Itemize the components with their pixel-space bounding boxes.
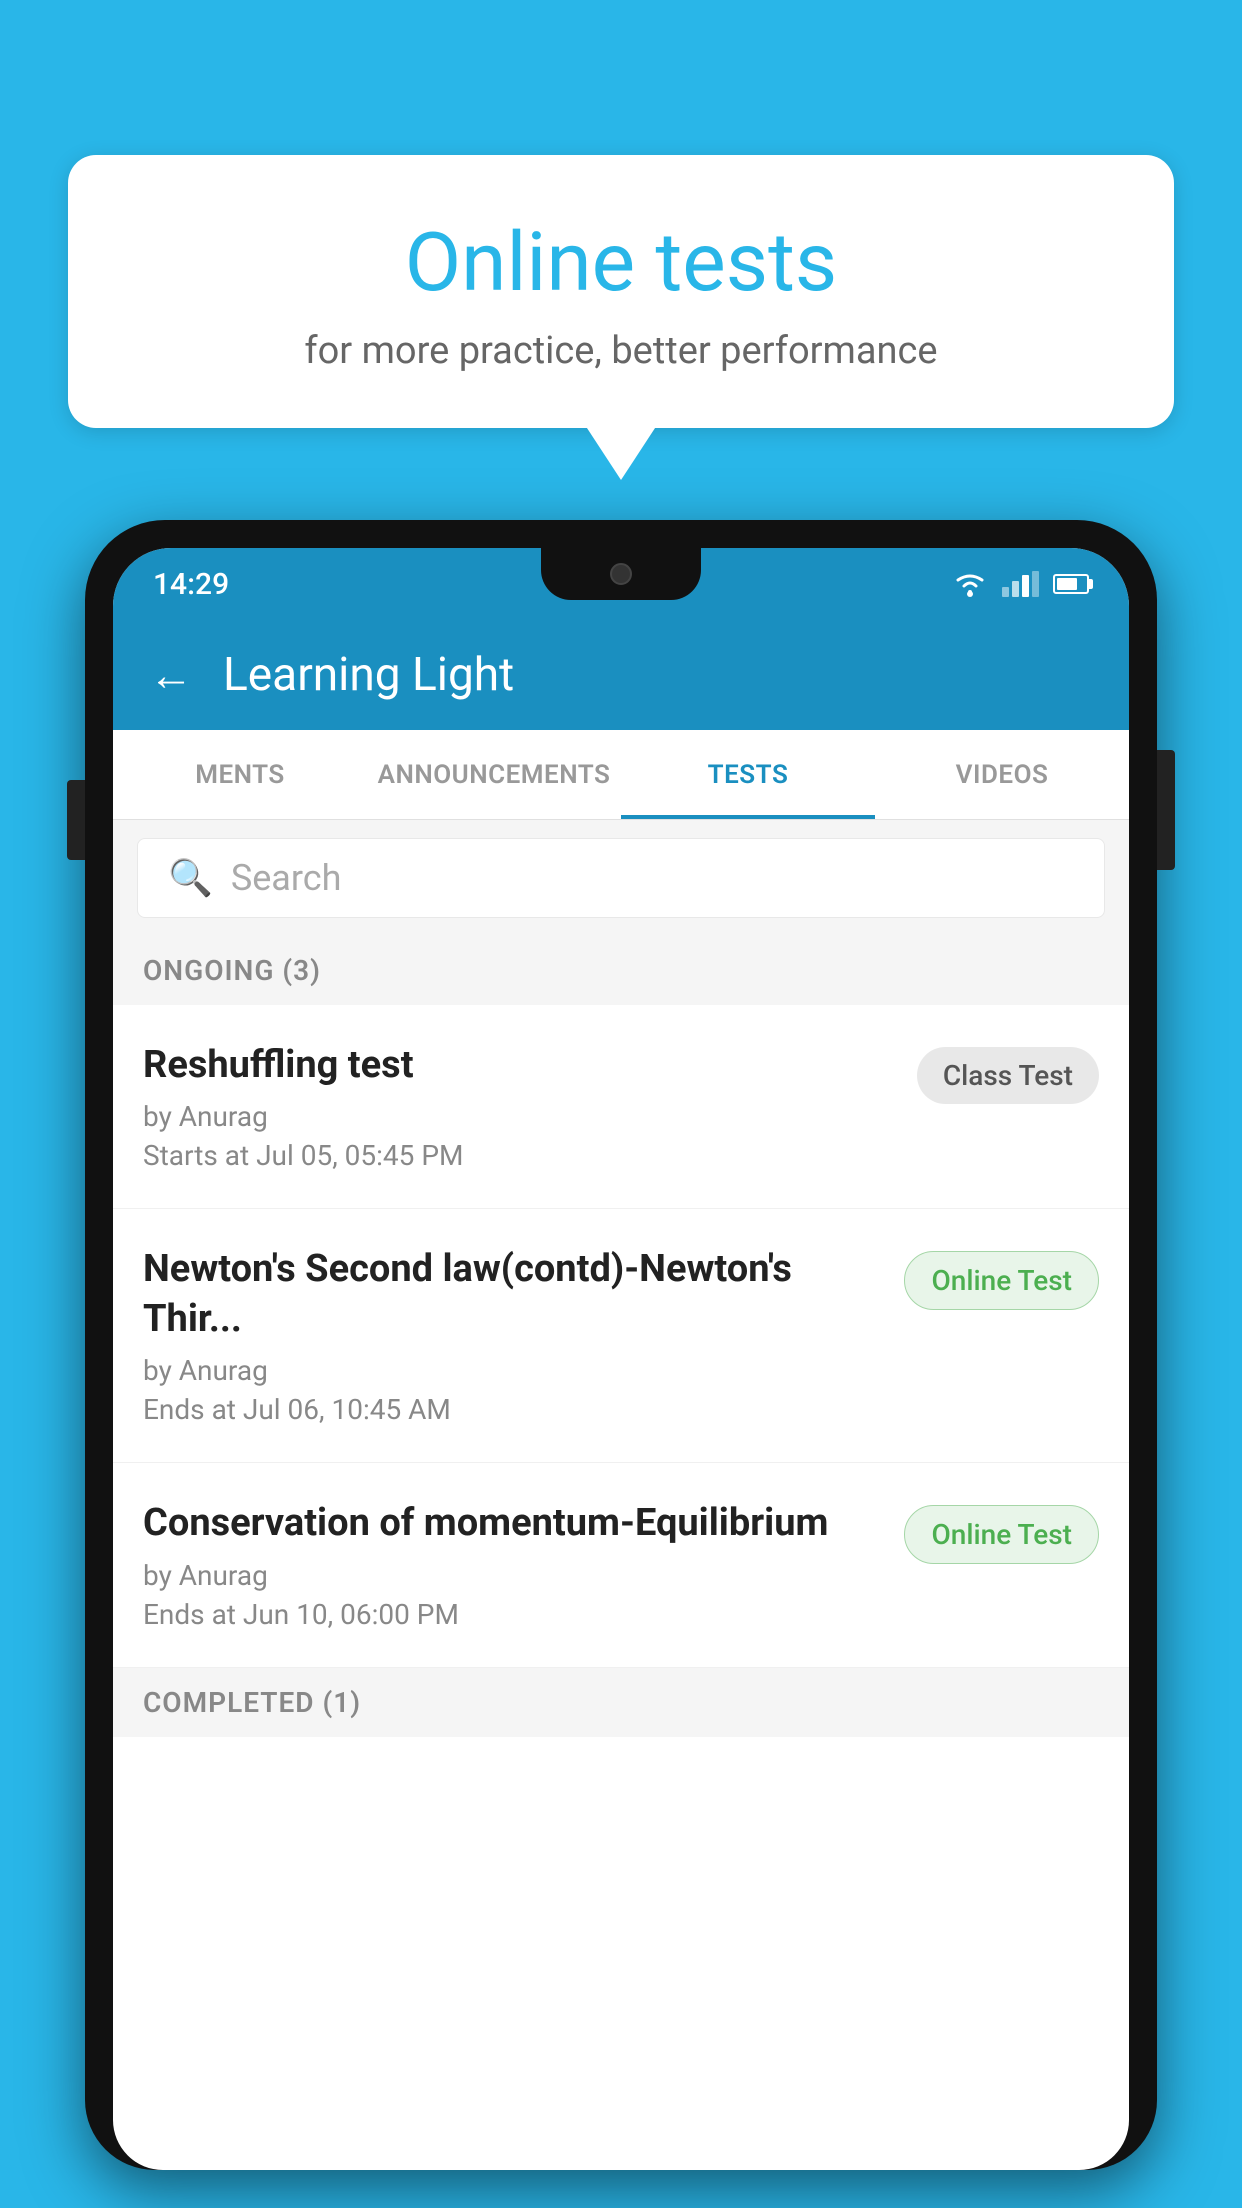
app-bar: ← Learning Light [113,620,1129,730]
tab-announcements[interactable]: ANNOUNCEMENTS [367,730,621,819]
test-item-3[interactable]: Conservation of momentum-Equilibrium by … [113,1463,1129,1667]
search-input[interactable]: Search [231,857,342,899]
tab-videos[interactable]: VIDEOS [875,730,1129,819]
completed-section-header: COMPLETED (1) [113,1668,1129,1737]
test-title-3: Conservation of momentum-Equilibrium [143,1499,884,1548]
phone-screen: 14:29 [113,548,1129,2170]
ongoing-section-header: ONGOING (3) [113,936,1129,1005]
test-list: Reshuffling test by Anurag Starts at Jul… [113,1005,1129,1668]
test-item-2[interactable]: Newton's Second law(contd)-Newton's Thir… [113,1209,1129,1463]
test-badge-3: Online Test [904,1505,1099,1564]
test-author-2: by Anurag [143,1354,884,1387]
test-time-2: Ends at Jul 06, 10:45 AM [143,1393,884,1426]
tab-tests[interactable]: TESTS [621,730,875,819]
battery-icon [1053,574,1089,594]
speech-bubble: Online tests for more practice, better p… [68,155,1174,428]
test-title-1: Reshuffling test [143,1041,897,1090]
test-item-1[interactable]: Reshuffling test by Anurag Starts at Jul… [113,1005,1129,1209]
camera [610,563,632,585]
tab-ments[interactable]: MENTS [113,730,367,819]
battery-fill [1057,578,1077,590]
test-time-1: Starts at Jul 05, 05:45 PM [143,1139,897,1172]
notch [541,548,701,600]
phone-outer: 14:29 [85,520,1157,2170]
test-time-3: Ends at Jun 10, 06:00 PM [143,1598,884,1631]
status-time: 14:29 [153,567,229,602]
search-container: 🔍 Search [113,820,1129,936]
test-info-1: Reshuffling test by Anurag Starts at Jul… [143,1041,897,1172]
signal-icon [1002,571,1039,597]
ongoing-section-title: ONGOING (3) [143,954,321,987]
speech-bubble-subtitle: for more practice, better performance [118,329,1124,373]
completed-section-title: COMPLETED (1) [143,1686,361,1719]
test-title-2: Newton's Second law(contd)-Newton's Thir… [143,1245,884,1344]
tabs-bar: MENTS ANNOUNCEMENTS TESTS VIDEOS [113,730,1129,820]
test-author-1: by Anurag [143,1100,897,1133]
test-info-3: Conservation of momentum-Equilibrium by … [143,1499,884,1630]
phone-mockup: 14:29 [85,520,1157,2208]
speech-bubble-title: Online tests [118,215,1124,311]
test-author-3: by Anurag [143,1559,884,1592]
app-bar-title: Learning Light [223,648,514,702]
back-button[interactable]: ← [149,649,193,701]
search-bar[interactable]: 🔍 Search [137,838,1105,918]
status-bar: 14:29 [113,548,1129,620]
search-icon: 🔍 [168,857,213,899]
wifi-icon [952,570,988,598]
test-badge-2: Online Test [904,1251,1099,1310]
status-icons [952,570,1089,598]
test-info-2: Newton's Second law(contd)-Newton's Thir… [143,1245,884,1426]
test-badge-1: Class Test [917,1047,1099,1104]
